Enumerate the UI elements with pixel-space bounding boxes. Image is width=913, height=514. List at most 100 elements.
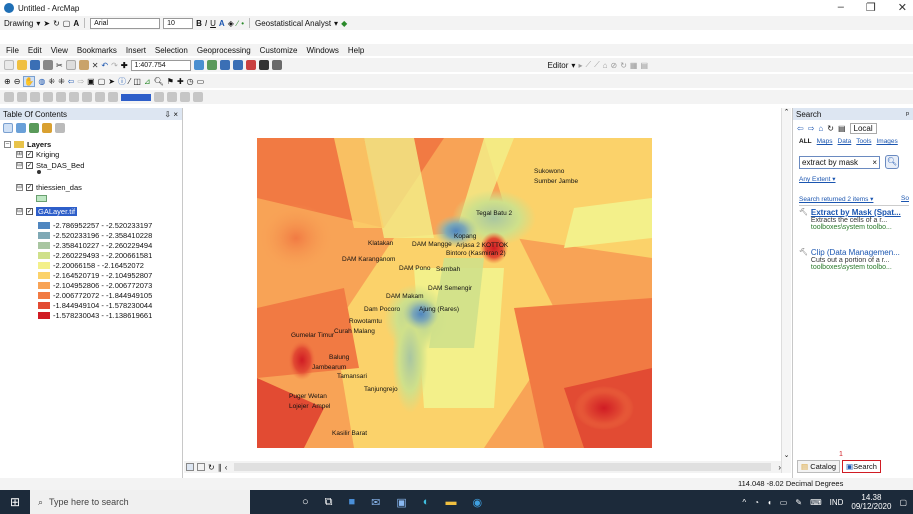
horizontal-scrollbar[interactable] xyxy=(234,463,772,471)
pen-icon[interactable]: ✎ xyxy=(795,498,802,507)
time-slider-icon[interactable]: ◷ xyxy=(187,77,194,86)
font-name-select[interactable]: Arial xyxy=(90,17,161,29)
fixed-zoom-in-icon[interactable]: ⁜ xyxy=(48,77,55,86)
layout-pan-icon[interactable] xyxy=(30,92,40,102)
layout-zoom-in-icon[interactable] xyxy=(4,92,14,102)
edge-icon[interactable]: ◐ xyxy=(423,496,430,508)
zoom-out-icon[interactable]: ⊖ xyxy=(14,77,21,86)
clock[interactable]: 14.38 09/12/2020 xyxy=(851,493,891,511)
catalog-icon[interactable] xyxy=(219,60,230,70)
menu-help[interactable]: Help xyxy=(348,46,364,55)
georef-table-icon[interactable] xyxy=(180,92,190,102)
extent-select[interactable]: Any Extent ▾ xyxy=(799,175,836,183)
minimize-icon[interactable]: – xyxy=(838,1,844,14)
select-by-rectangle-icon[interactable]: ▣ xyxy=(87,77,95,86)
vertex-icon[interactable]: ⌂ xyxy=(603,61,608,70)
go-to-xy-icon[interactable]: ✚ xyxy=(177,77,184,86)
pan-icon[interactable]: ✋ xyxy=(23,75,36,87)
result-title[interactable]: Clip (Data Managemen... xyxy=(811,248,900,257)
measure-icon[interactable]: ⊿ xyxy=(144,77,151,86)
legend-class[interactable]: -2.260229493 - -2.200661581 xyxy=(38,251,152,260)
filter-data[interactable]: Data xyxy=(838,138,852,145)
refresh-icon[interactable]: ↻ xyxy=(208,463,215,472)
battery-icon[interactable]: ▭ xyxy=(780,498,788,507)
data-view-button[interactable] xyxy=(186,463,194,471)
search-options-icon[interactable]: ▤ xyxy=(838,124,846,133)
zoom-whole-page-icon[interactable] xyxy=(43,92,53,102)
filter-maps[interactable]: Maps xyxy=(817,138,833,145)
legend-swatch[interactable] xyxy=(38,232,50,239)
edit-tool-icon[interactable]: ▸ xyxy=(578,61,582,70)
language-indicator[interactable]: IND xyxy=(830,498,844,507)
search-window-icon[interactable] xyxy=(232,60,243,70)
legend-swatch[interactable] xyxy=(38,262,50,269)
toc-close-icon[interactable]: × xyxy=(173,110,178,119)
italic-button[interactable]: I xyxy=(205,19,207,28)
split-icon[interactable]: ⊘ xyxy=(611,61,618,70)
legend-class[interactable]: -2.20066158 - -2.16452072 xyxy=(38,261,144,270)
clear-search-icon[interactable]: × xyxy=(872,158,879,167)
new-document-icon[interactable] xyxy=(4,60,14,70)
sort-menu[interactable]: So xyxy=(901,195,909,203)
identify-icon[interactable]: ⓘ xyxy=(118,76,126,87)
menu-file[interactable]: File xyxy=(6,46,19,55)
editor-menu[interactable]: Editor xyxy=(548,61,569,70)
rectangle-icon[interactable]: ▢ xyxy=(63,19,71,28)
tab-search[interactable]: ▣Search xyxy=(842,460,881,473)
cut-icon[interactable]: ✂ xyxy=(56,61,63,70)
create-viewer-icon[interactable]: ▭ xyxy=(197,77,205,86)
menu-selection[interactable]: Selection xyxy=(155,46,188,55)
scroll-up-icon[interactable]: ⌃ xyxy=(782,108,791,116)
html-popup-icon[interactable]: ⁄ xyxy=(129,77,130,86)
marker-color-icon[interactable]: • xyxy=(241,19,244,28)
font-color-icon[interactable]: A xyxy=(219,19,225,28)
rotate-feature-icon[interactable]: ↻ xyxy=(620,61,627,70)
back-extent-icon[interactable]: ⇦ xyxy=(68,77,75,86)
filter-images[interactable]: Images xyxy=(876,138,897,145)
georef-fit-icon[interactable] xyxy=(193,92,203,102)
list-by-visibility-icon[interactable] xyxy=(29,123,39,133)
geostatistical-analyst-menu[interactable]: Geostatistical Analyst xyxy=(255,19,331,28)
search-forward-icon[interactable]: ⇨ xyxy=(808,124,815,133)
layer-dropdown-icon[interactable] xyxy=(154,92,164,102)
tray-chevron-icon[interactable]: ^ xyxy=(742,498,746,507)
python-icon[interactable] xyxy=(258,60,269,70)
legend-swatch[interactable] xyxy=(38,282,50,289)
undo-icon[interactable]: ↶ xyxy=(101,61,108,70)
save-icon[interactable] xyxy=(30,60,40,70)
legend-swatch[interactable] xyxy=(38,252,50,259)
layout-view-button[interactable] xyxy=(197,463,205,471)
search-location-select[interactable]: Local xyxy=(849,122,877,134)
search-result[interactable]: 🔨︎ Clip (Data Managemen... Cuts out a po… xyxy=(799,248,913,271)
search-result[interactable]: 🔨︎ Extract by Mask (Spat... Extracts the… xyxy=(799,208,913,231)
map-canvas[interactable]: Sukowono Sumber Jambe Tegal Batu 2 Klata… xyxy=(184,108,781,461)
find-route-icon[interactable]: ⚑ xyxy=(167,77,174,86)
print-icon[interactable] xyxy=(43,60,53,70)
full-extent-icon[interactable]: ◍ xyxy=(38,77,45,86)
maximize-icon[interactable]: ❐ xyxy=(866,1,876,14)
pause-drawing-icon[interactable]: ∥ xyxy=(218,463,222,472)
menu-windows[interactable]: Windows xyxy=(306,46,338,55)
layout-fixed-out-icon[interactable] xyxy=(82,92,92,102)
legend-swatch[interactable] xyxy=(38,302,50,309)
menu-customize[interactable]: Customize xyxy=(260,46,298,55)
collapse-icon[interactable]: ⊟ xyxy=(16,184,23,191)
search-back-icon[interactable]: ⇦ xyxy=(797,124,804,133)
legend-class[interactable]: -1.578230043 - -1.138619661 xyxy=(38,311,152,320)
result-title[interactable]: Extract by Mask (Spat... xyxy=(811,208,901,217)
fill-color-icon[interactable]: ◈ xyxy=(228,19,234,28)
layer-visibility-checkbox[interactable]: ✓ xyxy=(26,208,33,215)
redo-icon[interactable]: ↷ xyxy=(111,61,118,70)
editor-toolbar-icon[interactable] xyxy=(193,60,204,70)
search-refresh-icon[interactable]: ↻ xyxy=(827,124,834,133)
toc-layer-kriging[interactable]: ⊞ ✓ Kriging xyxy=(16,150,59,159)
legend-class[interactable]: -2.520233196 - -2.358410228 xyxy=(38,231,152,240)
scroll-left-icon[interactable]: ‹ xyxy=(225,463,228,472)
sketch-properties-icon[interactable]: ▤ xyxy=(640,61,648,70)
scroll-down-icon[interactable]: ⌄ xyxy=(782,451,791,459)
layout-100-icon[interactable] xyxy=(56,92,66,102)
select-elements-icon[interactable]: ➤ xyxy=(43,19,50,28)
straight-segment-icon[interactable]: ⟋ xyxy=(585,60,591,70)
bold-button[interactable]: B xyxy=(196,19,202,28)
menu-geoprocessing[interactable]: Geoprocessing xyxy=(197,46,251,55)
